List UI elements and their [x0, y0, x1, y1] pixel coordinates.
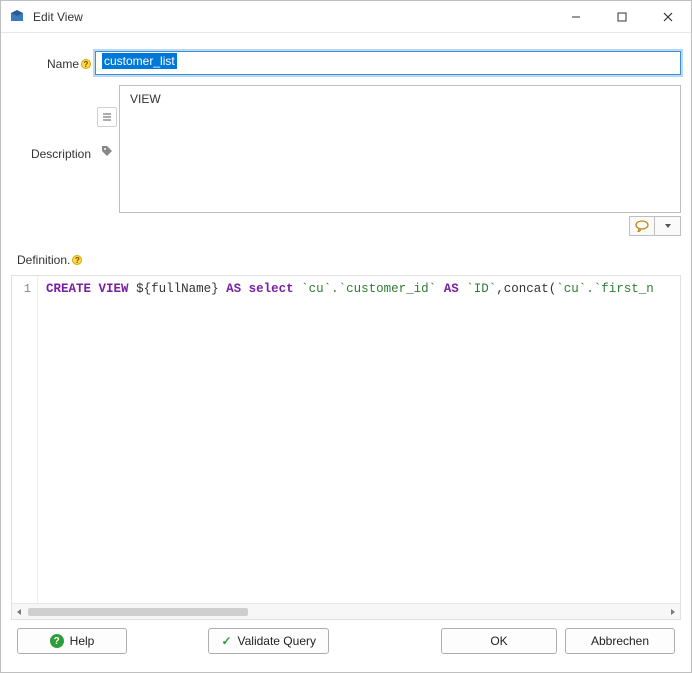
description-label-text: Description [31, 147, 91, 161]
minimize-button[interactable] [553, 1, 599, 32]
tok-as2: AS [444, 282, 459, 296]
cancel-button[interactable]: Abbrechen [565, 628, 675, 654]
help-icon: ? [50, 634, 64, 648]
button-bar: ? Help ✓ Validate Query OK Abbrechen [11, 620, 681, 662]
description-row: Description [11, 85, 681, 213]
definition-label-text: Definition. [17, 253, 70, 267]
dropdown-arrow-button[interactable] [655, 216, 681, 236]
description-label: Description [11, 85, 95, 161]
definition-label: Definition. ? [17, 253, 681, 267]
validate-button-label: Validate Query [238, 634, 317, 648]
help-hint-icon[interactable]: ? [81, 59, 91, 69]
ok-button[interactable]: OK [441, 628, 557, 654]
tok-col2: `cu`.`first_n [556, 282, 654, 296]
tok-col1: `cu`.`customer_id` [301, 282, 436, 296]
name-label-text: Name [47, 57, 79, 71]
name-input[interactable]: customer_list [95, 51, 681, 75]
gutter-line-1: 1 [24, 282, 31, 296]
app-icon [9, 9, 25, 25]
ok-button-label: OK [490, 634, 507, 648]
close-button[interactable] [645, 1, 691, 32]
tok-concat: ,concat( [496, 282, 556, 296]
tok-alias1: `ID` [466, 282, 496, 296]
editor-horizontal-scrollbar[interactable] [12, 603, 680, 619]
check-icon: ✓ [221, 634, 231, 648]
tag-icon[interactable] [97, 141, 117, 161]
maximize-button[interactable] [599, 1, 645, 32]
editor-code-area[interactable]: CREATE VIEW ${fullName} AS select `cu`.`… [38, 276, 680, 603]
name-label: Name ? [11, 51, 95, 71]
scroll-track[interactable] [26, 607, 666, 617]
name-input-value: customer_list [102, 53, 177, 69]
titlebar: Edit View [1, 1, 691, 33]
tok-select: select [249, 282, 294, 296]
help-button-label: Help [70, 634, 95, 648]
scroll-right-arrow-icon[interactable] [666, 605, 680, 619]
help-button[interactable]: ? Help [17, 628, 127, 654]
dialog-window: Edit View Name ? customer_list [0, 0, 692, 673]
tok-as1: AS [226, 282, 241, 296]
window-title: Edit View [33, 10, 83, 24]
validate-query-button[interactable]: ✓ Validate Query [208, 628, 329, 654]
scroll-thumb[interactable] [28, 608, 248, 616]
name-row: Name ? customer_list [11, 51, 681, 75]
help-hint-icon[interactable]: ? [72, 255, 82, 265]
sql-editor: 1 CREATE VIEW ${fullName} AS select `cu`… [11, 275, 681, 620]
list-format-icon[interactable] [97, 107, 117, 127]
description-action-buttons [629, 216, 681, 236]
tok-view: VIEW [99, 282, 129, 296]
editor-gutter: 1 [12, 276, 38, 603]
description-toolbar [95, 85, 119, 213]
dialog-content: Name ? customer_list Description [1, 33, 691, 672]
description-textarea[interactable]: VIEW [119, 85, 681, 213]
scroll-left-arrow-icon[interactable] [12, 605, 26, 619]
tok-create: CREATE [46, 282, 91, 296]
tok-template: ${fullName} [136, 282, 219, 296]
cancel-button-label: Abbrechen [591, 634, 649, 648]
speech-icon-button[interactable] [629, 216, 655, 236]
description-value: VIEW [130, 92, 161, 106]
